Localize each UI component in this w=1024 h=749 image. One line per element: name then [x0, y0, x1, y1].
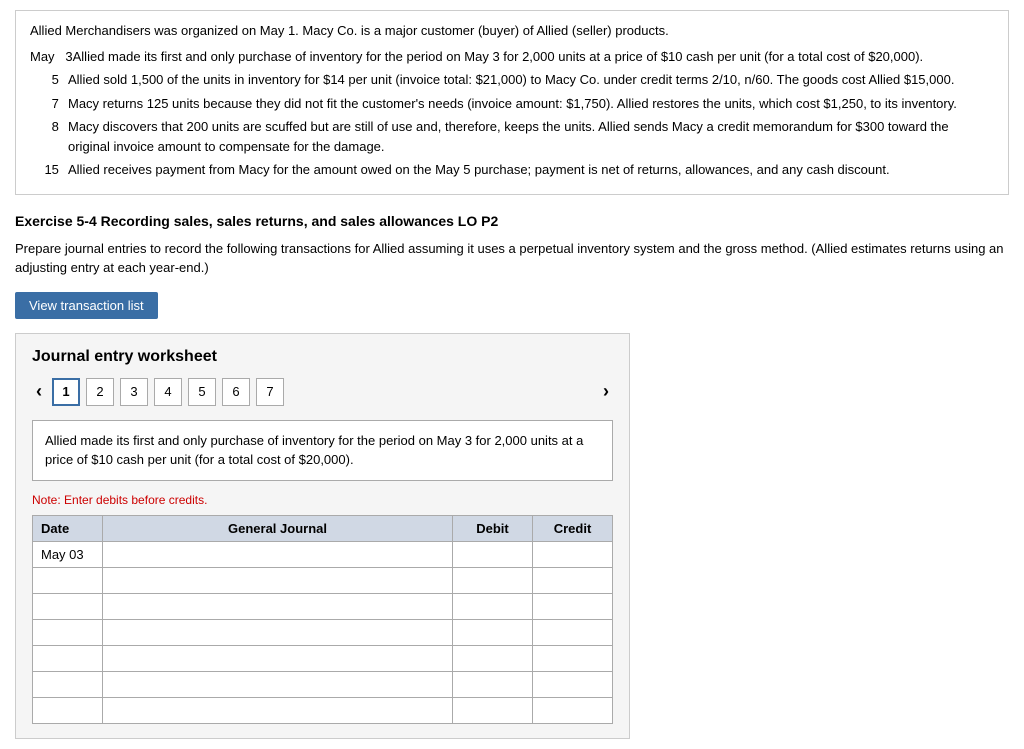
tab-navigation: ‹ 1 2 3 4 5 6 7 › — [32, 378, 613, 406]
debit-input-1[interactable] — [457, 573, 528, 588]
credit-input-2[interactable] — [537, 599, 608, 614]
col-header-date: Date — [33, 515, 103, 541]
tab-2[interactable]: 2 — [86, 378, 114, 406]
table-row: May 03 — [33, 541, 613, 567]
credit-cell-5[interactable] — [533, 671, 613, 697]
journal-input-2[interactable] — [107, 599, 448, 614]
journal-input-4[interactable] — [107, 651, 448, 666]
journal-cell-5[interactable] — [103, 671, 453, 697]
transaction-text-8: Macy discovers that 200 units are scuffe… — [68, 117, 994, 156]
transaction-text-15: Allied receives payment from Macy for th… — [68, 160, 890, 180]
worksheet-container: Journal entry worksheet ‹ 1 2 3 4 5 6 7 … — [15, 333, 630, 739]
date-cell-1 — [33, 567, 103, 593]
table-row — [33, 619, 613, 645]
col-header-debit: Debit — [453, 515, 533, 541]
table-row — [33, 567, 613, 593]
journal-cell-3[interactable] — [103, 619, 453, 645]
journal-cell-2[interactable] — [103, 593, 453, 619]
date-cell-5 — [33, 671, 103, 697]
debit-cell-3[interactable] — [453, 619, 533, 645]
date-cell-2 — [33, 593, 103, 619]
tab-7[interactable]: 7 — [256, 378, 284, 406]
credit-cell-1[interactable] — [533, 567, 613, 593]
credit-input-1[interactable] — [537, 573, 608, 588]
credit-cell-2[interactable] — [533, 593, 613, 619]
tab-1[interactable]: 1 — [52, 378, 80, 406]
journal-cell-1[interactable] — [103, 567, 453, 593]
tab-5[interactable]: 5 — [188, 378, 216, 406]
debit-cell-1[interactable] — [453, 567, 533, 593]
note-text: Note: Enter debits before credits. — [32, 493, 613, 507]
transaction-row-7: 7 Macy returns 125 units because they di… — [30, 94, 994, 114]
journal-table: Date General Journal Debit Credit May 03 — [32, 515, 613, 724]
credit-input-3[interactable] — [537, 625, 608, 640]
col-header-journal: General Journal — [103, 515, 453, 541]
table-row — [33, 593, 613, 619]
credit-input-4[interactable] — [537, 651, 608, 666]
date-label-15: 15 — [30, 160, 68, 180]
transaction-row-3: May 3 Allied made its first and only pur… — [30, 47, 994, 67]
table-row — [33, 671, 613, 697]
credit-input-6[interactable] — [537, 703, 608, 718]
debit-cell-0[interactable] — [453, 541, 533, 567]
transaction-text-7: Macy returns 125 units because they did … — [68, 94, 957, 114]
transaction-row-5: 5 Allied sold 1,500 of the units in inve… — [30, 70, 994, 90]
date-cell-6 — [33, 697, 103, 723]
view-transaction-button[interactable]: View transaction list — [15, 292, 158, 319]
credit-cell-6[interactable] — [533, 697, 613, 723]
transaction-row-15: 15 Allied receives payment from Macy for… — [30, 160, 994, 180]
prev-tab-button[interactable]: ‹ — [32, 381, 46, 402]
transaction-row-8: 8 Macy discovers that 200 units are scuf… — [30, 117, 994, 156]
tab-4[interactable]: 4 — [154, 378, 182, 406]
debit-cell-4[interactable] — [453, 645, 533, 671]
debit-input-6[interactable] — [457, 703, 528, 718]
debit-input-0[interactable] — [457, 547, 528, 562]
transaction-text-3: Allied made its first and only purchase … — [73, 47, 924, 67]
date-label-8: 8 — [30, 117, 68, 156]
credit-cell-4[interactable] — [533, 645, 613, 671]
exercise-title: Exercise 5-4 Recording sales, sales retu… — [15, 213, 1009, 229]
transaction-description-box: Allied made its first and only purchase … — [32, 420, 613, 481]
journal-input-1[interactable] — [107, 573, 448, 588]
debit-cell-5[interactable] — [453, 671, 533, 697]
table-row — [33, 697, 613, 723]
intro-box: Allied Merchandisers was organized on Ma… — [15, 10, 1009, 195]
journal-cell-0[interactable] — [103, 541, 453, 567]
journal-cell-4[interactable] — [103, 645, 453, 671]
date-label-3: May 3 — [30, 47, 73, 67]
debit-cell-2[interactable] — [453, 593, 533, 619]
credit-input-0[interactable] — [537, 547, 608, 562]
col-header-credit: Credit — [533, 515, 613, 541]
next-tab-button[interactable]: › — [599, 381, 613, 402]
table-row — [33, 645, 613, 671]
exercise-description: Prepare journal entries to record the fo… — [15, 239, 1009, 278]
transaction-text-5: Allied sold 1,500 of the units in invent… — [68, 70, 954, 90]
debit-input-3[interactable] — [457, 625, 528, 640]
date-cell-3 — [33, 619, 103, 645]
tab-6[interactable]: 6 — [222, 378, 250, 406]
date-label-7: 7 — [30, 94, 68, 114]
journal-input-5[interactable] — [107, 677, 448, 692]
journal-cell-6[interactable] — [103, 697, 453, 723]
intro-text: Allied Merchandisers was organized on Ma… — [30, 21, 994, 41]
journal-input-0[interactable] — [107, 547, 448, 562]
date-cell-0: May 03 — [33, 541, 103, 567]
debit-input-4[interactable] — [457, 651, 528, 666]
debit-cell-6[interactable] — [453, 697, 533, 723]
debit-input-2[interactable] — [457, 599, 528, 614]
tab-3[interactable]: 3 — [120, 378, 148, 406]
journal-input-3[interactable] — [107, 625, 448, 640]
credit-cell-0[interactable] — [533, 541, 613, 567]
debit-input-5[interactable] — [457, 677, 528, 692]
credit-cell-3[interactable] — [533, 619, 613, 645]
credit-input-5[interactable] — [537, 677, 608, 692]
date-cell-4 — [33, 645, 103, 671]
worksheet-title: Journal entry worksheet — [32, 348, 613, 366]
date-label-5: 5 — [30, 70, 68, 90]
journal-input-6[interactable] — [107, 703, 448, 718]
